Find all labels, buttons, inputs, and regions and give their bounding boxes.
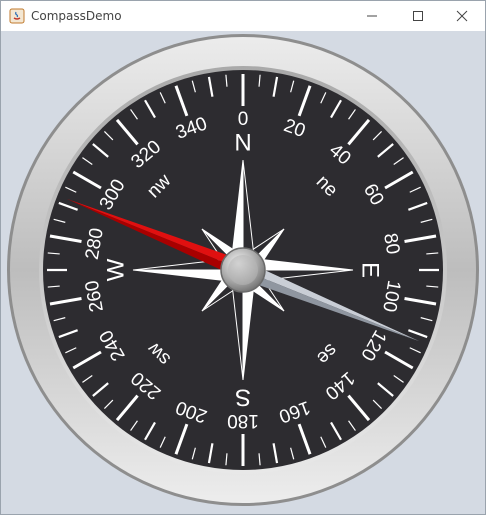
maximize-icon — [413, 11, 423, 21]
java-app-icon — [9, 8, 25, 24]
window-title: CompassDemo — [31, 9, 122, 23]
degree-label: 0 — [238, 109, 249, 130]
degree-label: 80 — [379, 232, 403, 256]
cardinal-s: S — [235, 384, 251, 411]
close-button[interactable] — [439, 1, 485, 31]
title-bar[interactable]: CompassDemo — [1, 1, 485, 31]
close-icon — [456, 10, 468, 22]
compass-panel: 0 20 40 60 80 100 120 140 160 180 200 220 240 260 280 3… — [1, 32, 485, 514]
minimize-icon — [367, 15, 377, 17]
app-window: CompassDemo 0 20 40 60 80 100 120 140 16… — [0, 0, 486, 515]
compass-widget: 0 204060801001201401601802002202402602803… — [7, 34, 479, 506]
cardinal-e: E — [357, 262, 384, 278]
degree-label: 180 — [227, 410, 259, 431]
cardinal-n: N — [234, 129, 251, 156]
needle-hub-cap — [228, 255, 258, 285]
minimize-button[interactable] — [349, 1, 395, 31]
cardinal-w: W — [102, 258, 129, 281]
maximize-button[interactable] — [395, 1, 441, 31]
